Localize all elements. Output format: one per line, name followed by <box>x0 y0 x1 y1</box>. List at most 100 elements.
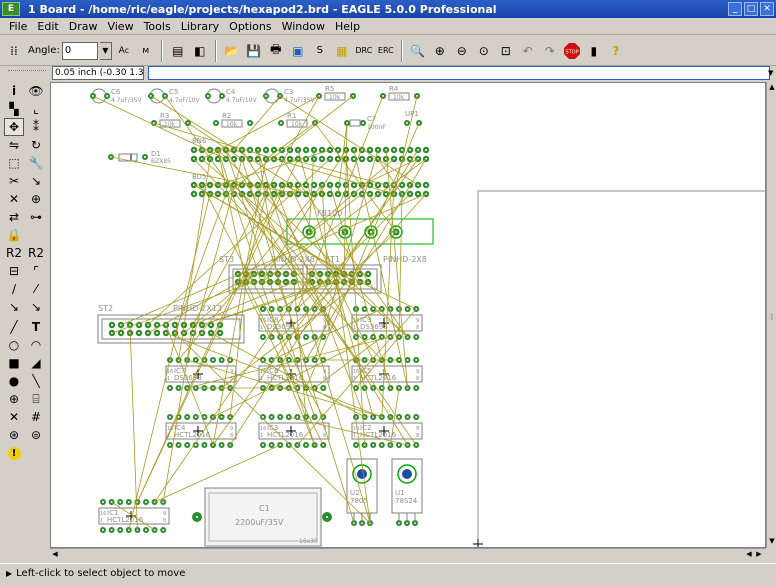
close-icon[interactable]: ✕ <box>760 2 774 16</box>
drc-tool-icon[interactable]: ⊜ <box>26 426 46 444</box>
optimize-icon[interactable]: ∕ <box>4 280 24 298</box>
title-bar[interactable]: E 1 Board - /home/ric/eagle/projects/hex… <box>0 0 776 18</box>
paste-icon[interactable]: ↘ <box>26 172 46 190</box>
save-icon[interactable]: 💾 <box>244 41 264 61</box>
rotate-icon[interactable]: ↻ <box>26 136 46 154</box>
board-canvas[interactable]: C6 4.7uF/35V C5 4.7uF/10V C4 4.7uF/10V C3 4.7uF… <box>50 82 766 548</box>
signal-icon[interactable]: ╲ <box>26 372 46 390</box>
cut-icon[interactable]: ✂ <box>4 172 24 190</box>
scroll-left-icon[interactable]: ◀ <box>50 549 60 560</box>
script-icon[interactable]: S <box>310 41 330 61</box>
go-icon[interactable]: ▮ <box>584 41 604 61</box>
vertical-scrollbar[interactable]: ▲ ⋮ ▼ <box>766 82 776 548</box>
help-icon[interactable]: ? <box>606 41 626 61</box>
chevron-down-icon[interactable]: ▼ <box>768 66 776 80</box>
errors-icon[interactable]: ! <box>4 444 24 462</box>
circle-icon[interactable]: ○ <box>4 336 24 354</box>
zoom-fit-icon[interactable]: 🔍 <box>408 41 428 61</box>
display-layers-icon[interactable]: ▚ <box>4 100 24 118</box>
miter-icon[interactable]: ⌜ <box>26 262 46 280</box>
route-icon[interactable]: ⁄ <box>26 280 46 298</box>
menu-options[interactable]: Options <box>224 20 276 33</box>
toolbar-grip[interactable] <box>8 70 46 74</box>
mirror-icon[interactable]: ᴍ <box>136 41 156 61</box>
group-icon[interactable]: ⬚ <box>4 154 24 172</box>
menu-help[interactable]: Help <box>330 20 365 33</box>
value-icon[interactable]: R2 <box>26 244 46 262</box>
pad-hole <box>417 193 419 195</box>
copy-icon[interactable]: ⁑ <box>26 118 46 136</box>
ripup-icon[interactable]: ↘ <box>4 298 24 316</box>
arc-icon[interactable]: ◠ <box>26 336 46 354</box>
via-icon[interactable]: ● <box>4 372 24 390</box>
cam-icon[interactable]: ▣ <box>288 41 308 61</box>
chevron-down-icon[interactable]: ▼ <box>99 41 112 60</box>
board-drawing[interactable]: C64.7uF/35VC54.7uF/10VC44.7uF/10VC34.7uF… <box>51 83 766 548</box>
autoroute-icon[interactable]: ↘ <box>26 298 46 316</box>
angle-text-icon[interactable]: Ac <box>114 41 134 61</box>
lock-icon[interactable]: ⊶ <box>26 208 46 226</box>
mirror-tool-icon[interactable]: ⇋ <box>4 136 24 154</box>
capacitor-name: C6 <box>111 88 121 96</box>
menu-window[interactable]: Window <box>277 20 330 33</box>
redo-icon[interactable]: ↷ <box>540 41 560 61</box>
svg-text:STOP: STOP <box>565 49 578 55</box>
scroll-left-icon[interactable]: ◀ <box>744 549 754 560</box>
delete-icon[interactable]: ✕ <box>4 190 24 208</box>
scroll-thumb[interactable] <box>62 550 776 559</box>
undo-icon[interactable]: ↶ <box>518 41 538 61</box>
ratsnest-icon[interactable]: ✕ <box>4 408 24 426</box>
layer-display-icon[interactable]: ▤ <box>168 41 188 61</box>
wire-icon[interactable]: ╱ <box>4 318 24 336</box>
angle-input[interactable]: 0 <box>61 41 98 60</box>
change-icon[interactable]: 🔧 <box>26 154 46 172</box>
menu-draw[interactable]: Draw <box>64 20 103 33</box>
erc-icon[interactable]: ERC <box>376 41 396 61</box>
menu-edit[interactable]: Edit <box>32 20 63 33</box>
pin-label: 9 <box>416 318 419 324</box>
menu-library[interactable]: Library <box>176 20 224 33</box>
scroll-thumb-grip[interactable]: ⋮ <box>767 312 776 322</box>
zoom-in-icon[interactable]: ⊕ <box>430 41 450 61</box>
eagle-app-icon[interactable]: E <box>2 2 20 16</box>
replace-icon[interactable]: ⇄ <box>4 208 24 226</box>
info-icon[interactable]: i <box>4 82 24 100</box>
horizontal-scrollbar[interactable]: ◀ ◀ ▶ <box>50 548 766 560</box>
zoom-redraw-icon[interactable]: ⊙ <box>474 41 494 61</box>
split-icon[interactable]: ⊟ <box>4 262 24 280</box>
menu-file[interactable]: File <box>4 20 32 33</box>
scroll-up-icon[interactable]: ▲ <box>767 82 776 92</box>
auto-icon[interactable]: # <box>26 408 46 426</box>
pad-hole <box>369 184 371 186</box>
airwire <box>265 122 316 160</box>
show-icon[interactable]: 👁 <box>26 82 46 100</box>
smash-icon[interactable]: R2 <box>4 244 24 262</box>
scroll-down-icon[interactable]: ▼ <box>767 536 776 546</box>
layer-settings-icon[interactable]: ◧ <box>190 41 210 61</box>
move-icon[interactable]: ✥ <box>4 118 24 136</box>
hole-icon[interactable]: ⊕ <box>4 390 24 408</box>
command-line-input[interactable] <box>148 66 770 80</box>
rect-icon[interactable]: ■ <box>4 354 24 372</box>
attribute-icon[interactable]: ⌸ <box>26 390 46 408</box>
polygon-icon[interactable]: ◢ <box>26 354 46 372</box>
run-ulp-icon[interactable]: ▦ <box>332 41 352 61</box>
scroll-right-icon[interactable]: ▶ <box>754 549 764 560</box>
text-icon[interactable]: T <box>26 318 46 336</box>
maximize-icon[interactable]: □ <box>744 2 758 16</box>
erc-tool-icon[interactable]: ⊛ <box>4 426 24 444</box>
minimize-icon[interactable]: _ <box>728 2 742 16</box>
add-icon[interactable]: ⊕ <box>26 190 46 208</box>
print-icon[interactable]: 🖶 <box>266 41 286 61</box>
menu-view[interactable]: View <box>102 20 138 33</box>
pin-label: 8 <box>163 518 166 524</box>
drc-icon[interactable]: DRC <box>354 41 374 61</box>
open-icon[interactable]: 📂 <box>222 41 242 61</box>
mark-icon[interactable]: ⌞ <box>26 100 46 118</box>
stop-icon[interactable]: STOP <box>562 41 582 61</box>
name-icon[interactable]: 🔒 <box>4 226 24 244</box>
grid-icon[interactable]: ⁞⁞ <box>4 41 24 61</box>
zoom-select-icon[interactable]: ⊡ <box>496 41 516 61</box>
menu-tools[interactable]: Tools <box>139 20 176 33</box>
zoom-out-icon[interactable]: ⊖ <box>452 41 472 61</box>
